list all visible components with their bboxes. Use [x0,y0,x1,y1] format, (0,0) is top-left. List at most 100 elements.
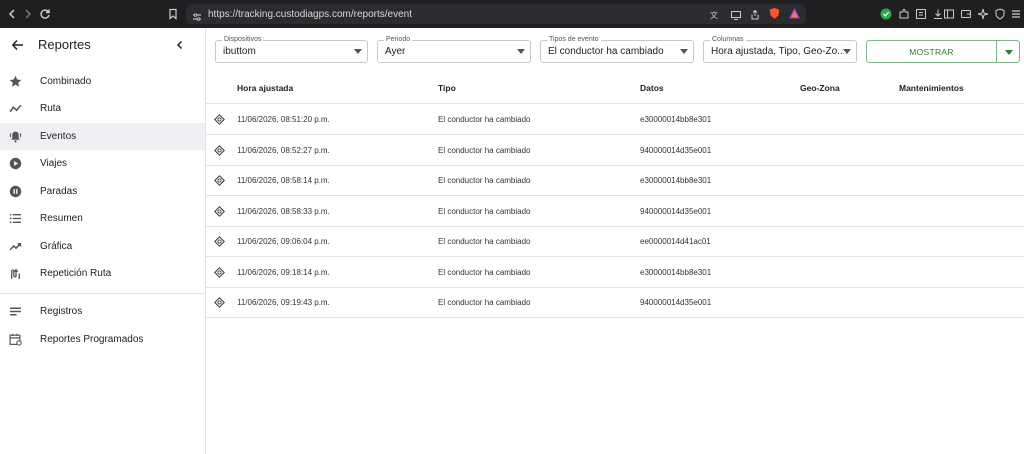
puzzle-icon[interactable] [898,8,910,20]
dropdown-caret-icon [1005,50,1013,55]
sidebar-item-reportes-programados[interactable]: Reportes Programados [0,326,205,353]
location-diamond-icon[interactable] [214,297,225,308]
location-diamond-icon[interactable] [214,175,225,186]
event-types-select[interactable]: Tipos de evento El conductor ha cambiado [540,36,694,63]
sidebar-item-repeticion-ruta[interactable]: Repetición Ruta [0,260,205,287]
cell-datos: e30000014bb8e301 [640,176,712,185]
collapse-chevron-icon[interactable] [174,38,186,50]
location-diamond-icon[interactable] [214,236,225,247]
period-select[interactable]: Periodo Ayer [377,36,531,63]
cell-tipo: El conductor ha cambiado [438,237,531,246]
sidebar-item-ruta[interactable]: Ruta [0,95,205,122]
sidebar-item-registros[interactable]: Registros [0,298,205,325]
cell-datos: ee0000014d41ac01 [640,237,711,246]
menu-icon[interactable] [1010,8,1022,20]
column-header-geo-zona[interactable]: Geo-Zona [800,83,840,93]
sidebar-item-label: Repetición Ruta [40,268,112,279]
forward-arrow-icon[interactable] [19,5,37,23]
sidebar-item-resumen[interactable]: Resumen [0,205,205,232]
cast-icon[interactable] [730,8,742,20]
table-row[interactable]: 11/06/2026, 09:06:04 p.m. El conductor ha… [206,226,1024,257]
brave-rewards-icon[interactable] [788,7,801,20]
sidebar-item-label: Gráfica [40,241,73,252]
sidebar-item-eventos[interactable]: Eventos [0,123,205,150]
dropdown-caret-icon [517,49,525,54]
address-bar[interactable]: https://tracking.custodiagps.com/reports… [186,4,806,24]
location-diamond-icon[interactable] [214,266,225,278]
dropdown-caret-icon [843,49,851,54]
wallet-icon[interactable] [960,8,972,20]
reports-sidebar: Reportes Combinado Ruta Eventos Viajes P… [0,28,206,454]
translate-icon[interactable]: 文 [710,8,722,20]
table-row[interactable]: 11/06/2026, 09:18:14 p.m. El conductor ha… [206,257,1024,288]
dropdown-caret-icon [354,49,362,54]
cell-datos: 940000014d35e001 [640,298,712,307]
cell-tipo: El conductor ha cambiado [438,267,531,277]
sidebar-item-combinado[interactable]: Combinado [0,68,205,95]
devices-select[interactable]: Dispositivos ibuttom [215,36,368,63]
column-header-datos[interactable]: Datos [640,83,664,93]
pause-circle-icon [9,185,22,198]
sidebar-item-label: Eventos [40,131,77,142]
columns-select[interactable]: Columnas Hora ajustada, Tipo, Geo-Zo... [703,36,857,63]
site-settings-icon[interactable] [192,9,202,21]
column-header-hora-ajustada[interactable]: Hora ajustada [237,83,293,93]
field-label: Tipos de evento [547,36,601,43]
vpn-shield-icon[interactable] [994,8,1006,20]
cell-hora-ajustada: 11/06/2026, 09:18:14 p.m. [237,267,330,277]
event-repeat-icon [9,333,22,346]
table-row[interactable]: 11/06/2026, 09:19:43 p.m. El conductor ha… [206,287,1024,318]
location-diamond-icon[interactable] [214,144,225,156]
svg-text:文: 文 [710,10,718,20]
report-main: Dispositivos ibuttom Periodo Ayer Tipos … [206,28,1024,454]
reload-icon[interactable] [36,5,54,23]
notes-icon [9,305,22,318]
brave-shield-icon[interactable] [768,7,781,20]
sidebar-item-label: Combinado [40,76,92,87]
cell-hora-ajustada: 11/06/2026, 09:19:43 p.m. [237,298,330,307]
cell-datos: 940000014d35e001 [640,145,712,155]
sidebar-item-label: Paradas [40,186,78,197]
column-header-tipo[interactable]: Tipo [438,83,456,93]
dropdown-caret-icon [680,49,688,54]
sidebar-item-grafica[interactable]: Gráfica [0,233,205,260]
cell-tipo: El conductor ha cambiado [438,298,531,307]
show-button[interactable]: MOSTRAR [866,40,997,63]
leo-ai-icon[interactable] [977,8,989,20]
trending-icon [9,240,22,253]
cell-datos: e30000014bb8e301 [640,115,712,124]
sidebar-item-label: Resumen [40,213,83,224]
field-label: Columnas [710,36,746,43]
table-row[interactable]: 11/06/2026, 08:58:33 p.m. El conductor ha… [206,196,1024,227]
table-row[interactable]: 11/06/2026, 08:51:20 p.m. El conductor ha… [206,104,1024,135]
location-diamond-icon[interactable] [214,114,225,125]
cell-datos: 940000014d35e001 [640,206,712,216]
sidebar-item-viajes[interactable]: Viajes [0,150,205,177]
sidebar-header: Reportes [0,28,205,62]
cell-hora-ajustada: 11/06/2026, 08:51:20 p.m. [237,115,330,124]
list-icon [9,212,22,225]
share-icon[interactable] [749,8,761,20]
field-value: Ayer [385,46,406,57]
location-diamond-icon[interactable] [214,205,225,217]
table-row[interactable]: 11/06/2026, 08:58:14 p.m. El conductor ha… [206,165,1024,196]
reader-icon[interactable] [915,8,927,20]
back-arrow-icon[interactable] [10,37,26,53]
bookmark-icon[interactable] [164,5,182,23]
bell-icon [9,130,22,143]
field-value: Hora ajustada, Tipo, Geo-Zo... [711,46,844,57]
cell-hora-ajustada: 11/06/2026, 08:58:33 p.m. [237,206,330,216]
show-button-label: MOSTRAR [909,46,954,57]
column-header-mantenimientos[interactable]: Mantenimientos [899,83,964,93]
show-options-button[interactable] [996,40,1020,63]
cell-hora-ajustada: 11/06/2026, 08:58:14 p.m. [237,176,330,185]
cell-hora-ajustada: 11/06/2026, 08:52:27 p.m. [237,145,330,155]
sidebar-toggle-icon[interactable] [943,8,955,20]
table-row[interactable]: 11/06/2026, 08:52:27 p.m. El conductor ha… [206,135,1024,166]
extension-check-icon[interactable] [880,8,892,20]
browser-toolbar: https://tracking.custodiagps.com/reports… [0,0,1024,28]
field-label: Dispositivos [222,36,264,43]
sidebar-title: Reportes [38,37,91,52]
cell-tipo: El conductor ha cambiado [438,145,531,155]
sidebar-item-paradas[interactable]: Paradas [0,178,205,205]
